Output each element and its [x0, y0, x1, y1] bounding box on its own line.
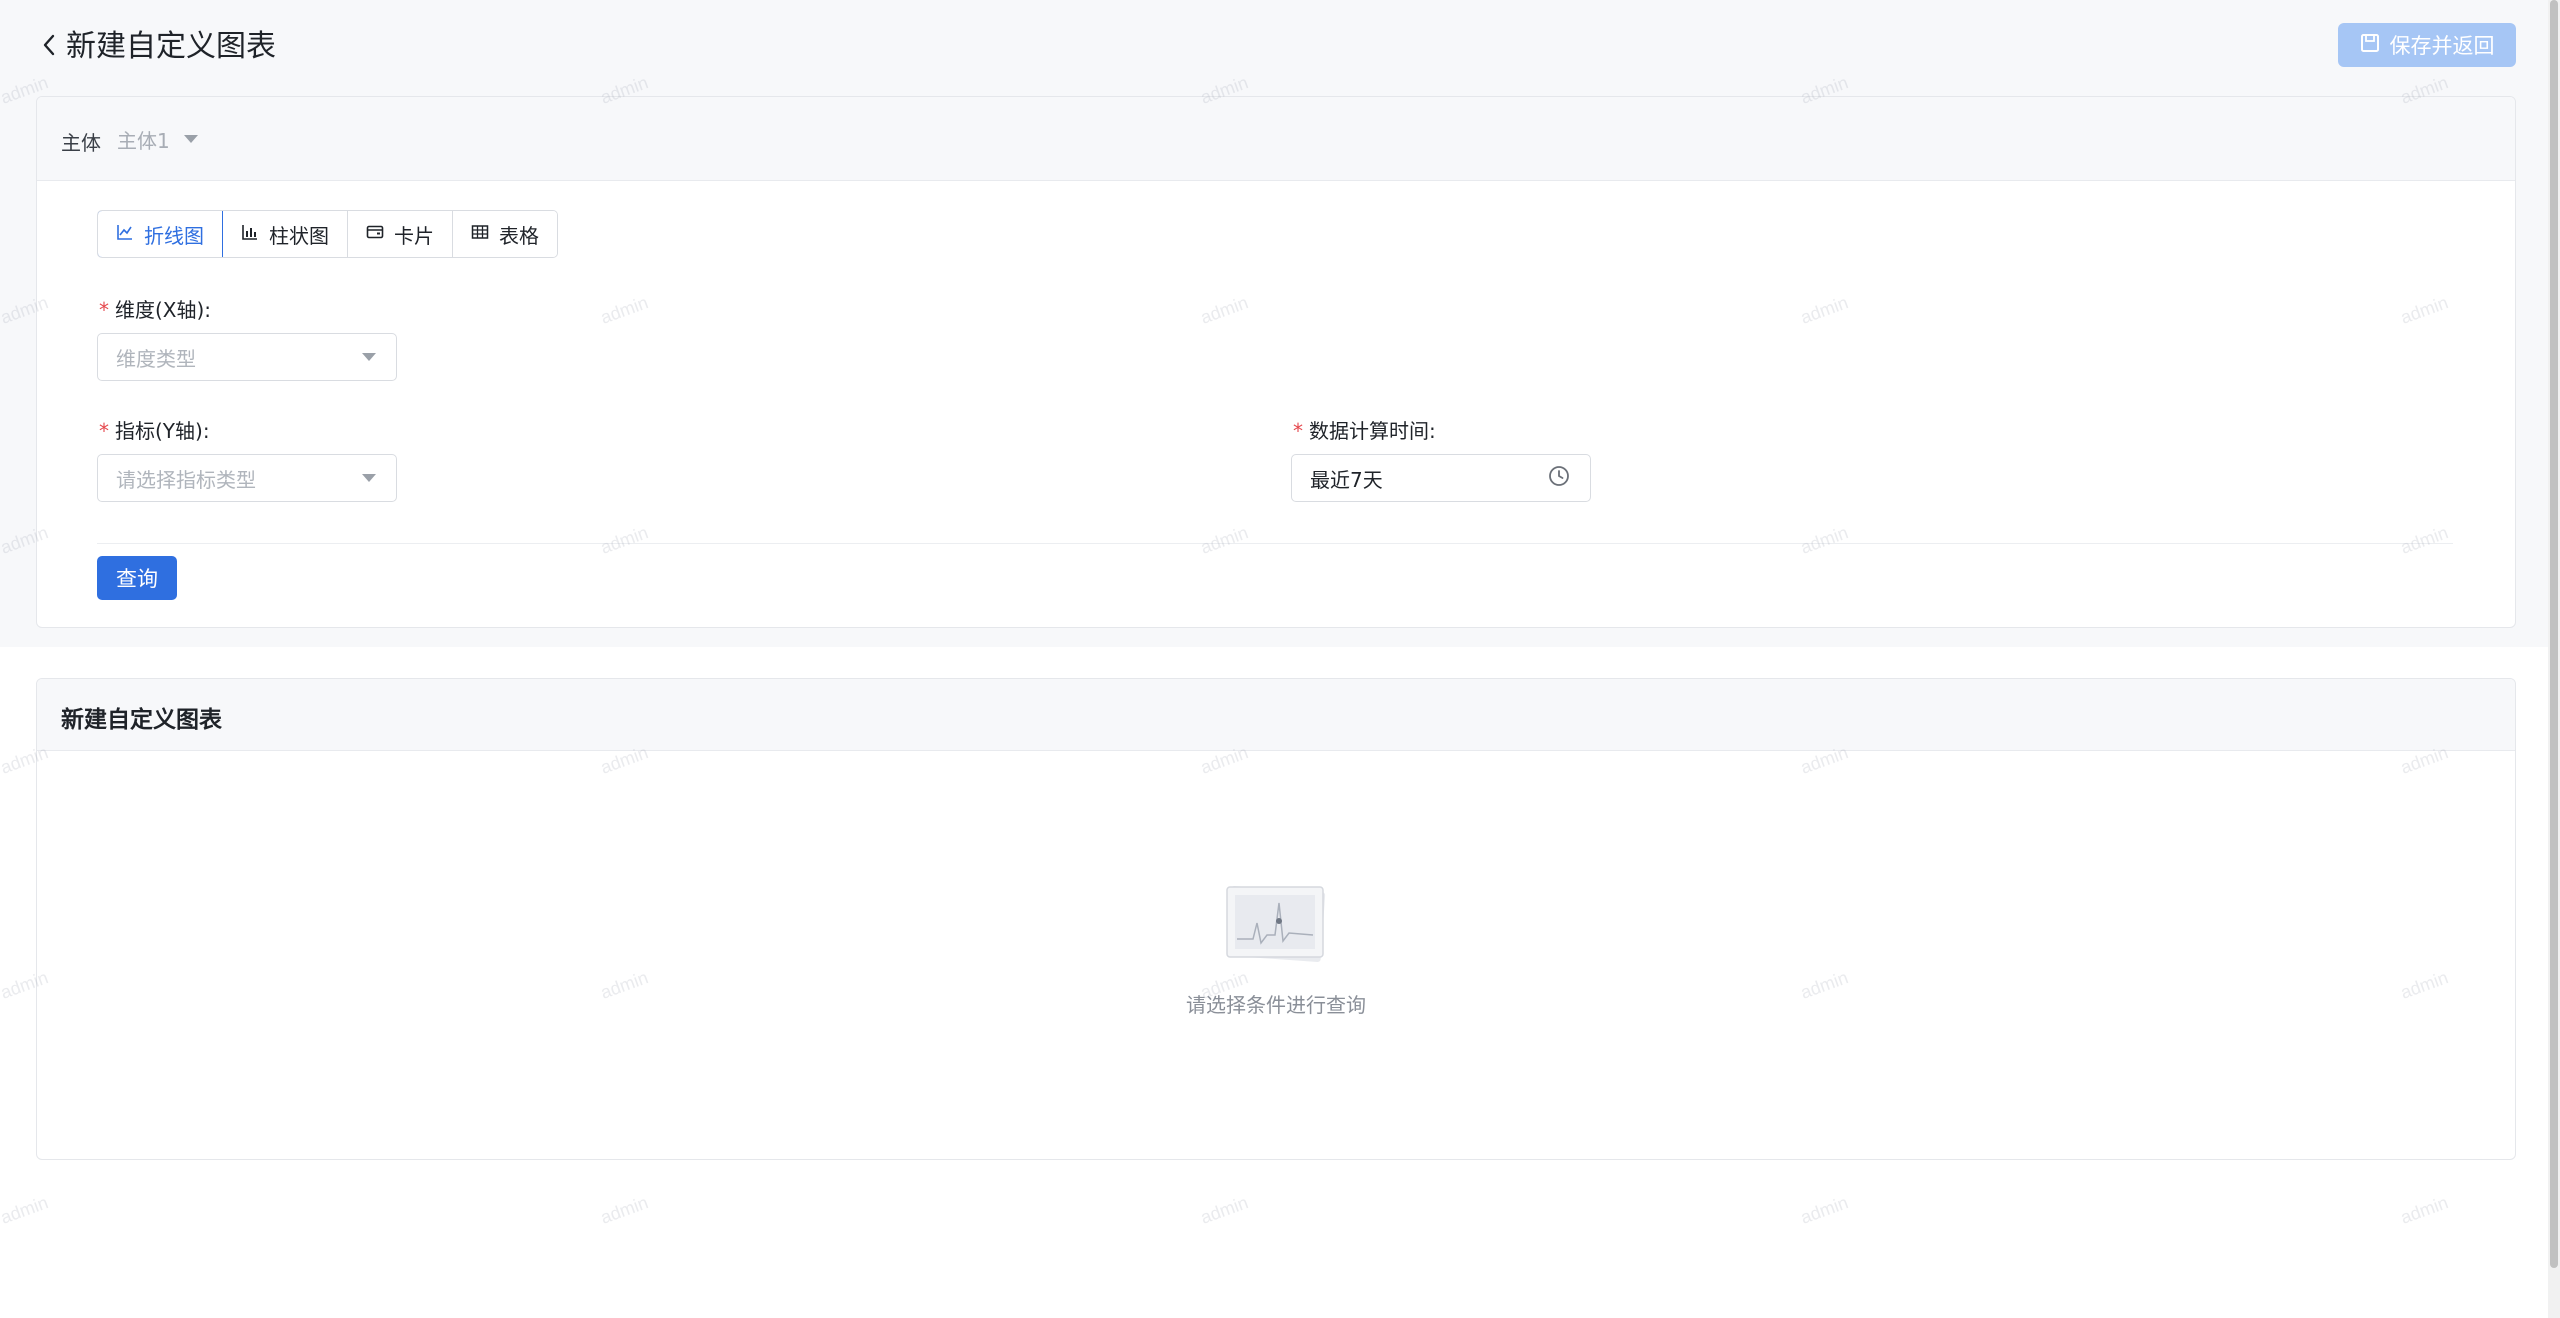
chart-type-label: 表格: [499, 223, 539, 248]
clock-icon: [1548, 465, 1570, 491]
form-divider: [97, 543, 2453, 544]
watermark-text: admin: [0, 1192, 51, 1228]
chart-type-label: 折线图: [144, 223, 204, 248]
chart-type-group: 折线图 柱状图 卡片 表格: [97, 210, 558, 258]
metric-label-text: 指标(Y轴):: [115, 419, 210, 443]
page-title: 新建自定义图表: [66, 29, 276, 64]
subject-select[interactable]: 主体1: [117, 123, 214, 155]
subject-label: 主体: [61, 131, 101, 155]
bar-chart-icon: [241, 222, 259, 246]
dimension-placeholder: 维度类型: [116, 346, 196, 371]
time-label-text: 数据计算时间:: [1309, 419, 1436, 443]
required-mark: *: [99, 419, 109, 443]
chart-type-card[interactable]: 卡片: [348, 211, 453, 257]
config-card: 主体 主体1 折线图 柱状图 卡片 表格 * 维度(X轴): 维度类型 * 指标…: [36, 96, 2516, 628]
metric-placeholder: 请选择指标类型: [116, 467, 256, 492]
watermark-text: admin: [2397, 1192, 2451, 1228]
dimension-select[interactable]: 维度类型: [97, 333, 397, 381]
result-card: 新建自定义图表 请选择条件进行查询: [36, 678, 2516, 1160]
caret-down-icon: [183, 135, 198, 143]
result-title: 新建自定义图表: [61, 707, 222, 733]
page-header: 新建自定义图表 保存并返回: [0, 0, 2548, 95]
dimension-label-text: 维度(X轴):: [115, 298, 212, 322]
table-icon: [471, 222, 489, 246]
chevron-left-icon: [42, 34, 56, 60]
chart-type-table[interactable]: 表格: [453, 211, 557, 257]
subject-bar: 主体 主体1: [37, 97, 2515, 181]
app-root: 新建自定义图表 保存并返回 主体 主体1 折线图 柱状图 卡片 表格 * 维度(…: [0, 0, 2560, 1318]
empty-hint: 请选择条件进行查询: [1186, 993, 1366, 1017]
required-mark: *: [99, 298, 109, 322]
chart-type-line[interactable]: 折线图: [98, 211, 223, 257]
config-section: 新建自定义图表 保存并返回 主体 主体1 折线图 柱状图 卡片 表格 * 维度(…: [0, 0, 2548, 647]
required-mark: *: [1293, 419, 1303, 443]
card-icon: [366, 222, 384, 246]
scroll-thumb[interactable]: [2550, 0, 2558, 1268]
page-scrollbar[interactable]: [2548, 0, 2560, 1318]
empty-chart-icon: [1223, 883, 1329, 963]
save-icon: [2360, 33, 2380, 58]
dimension-label: * 维度(X轴):: [99, 294, 211, 323]
metric-select[interactable]: 请选择指标类型: [97, 454, 397, 502]
watermark-text: admin: [1197, 1192, 1251, 1228]
time-value: 最近7天: [1310, 467, 1383, 492]
chart-type-label: 卡片: [394, 223, 434, 248]
caret-down-icon: [362, 353, 376, 361]
metric-label: * 指标(Y轴):: [99, 415, 210, 444]
save-and-return-button[interactable]: 保存并返回: [2338, 23, 2516, 67]
save-button-label: 保存并返回: [2389, 34, 2495, 58]
result-header: 新建自定义图表: [37, 679, 2515, 751]
watermark-text: admin: [1797, 1192, 1851, 1228]
time-select[interactable]: 最近7天: [1291, 454, 1591, 502]
time-label: * 数据计算时间:: [1293, 415, 1436, 444]
caret-down-icon: [362, 474, 376, 482]
back-button[interactable]: [38, 34, 60, 60]
line-chart-icon: [116, 222, 134, 246]
chart-type-label: 柱状图: [269, 223, 329, 248]
watermark-text: admin: [597, 1192, 651, 1228]
query-button[interactable]: 查询: [97, 556, 177, 600]
subject-value: 主体1: [117, 128, 170, 153]
chart-type-bar[interactable]: 柱状图: [223, 211, 348, 257]
